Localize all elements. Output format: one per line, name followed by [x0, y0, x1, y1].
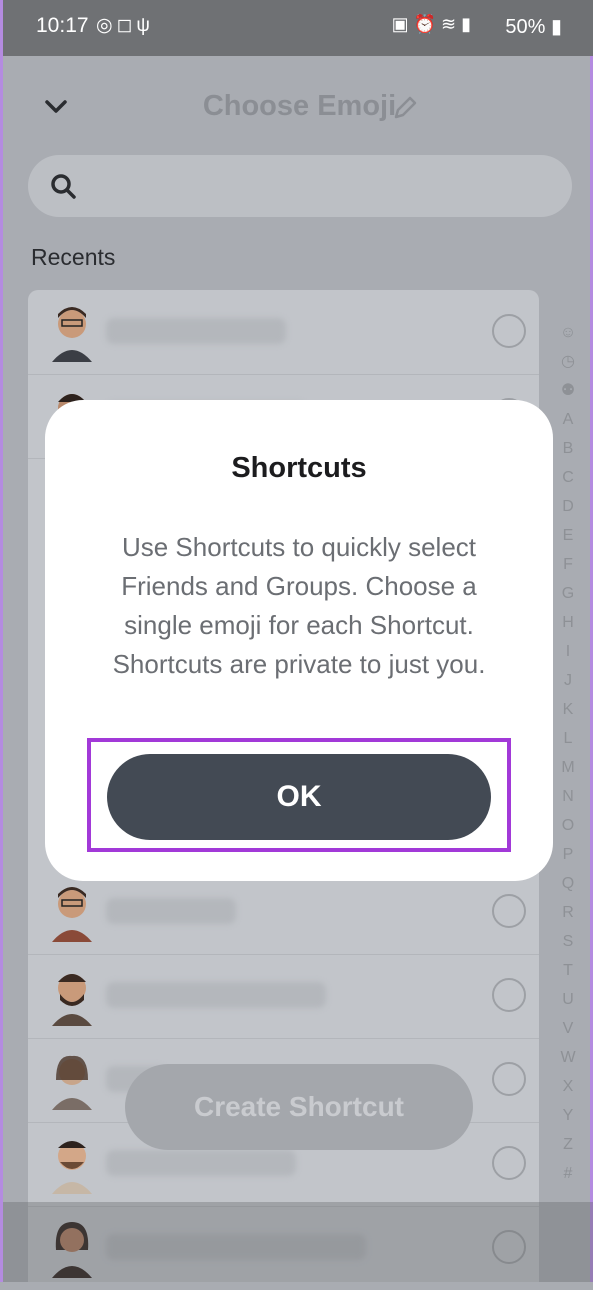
friend-name-blurred — [106, 898, 236, 924]
app-frame: 10:17 ◎◻ψ ▣⏰≋▮ 50% ▮ Choose Emoji Recent… — [0, 0, 593, 1282]
page-title: Choose Emoji — [202, 90, 397, 122]
usb-icon: ψ — [136, 15, 154, 36]
avatar — [52, 974, 92, 1026]
index-letter[interactable]: H — [556, 608, 580, 637]
lock-icon: ▣ — [391, 14, 414, 34]
avatar — [52, 1141, 92, 1194]
index-letter[interactable]: C — [556, 463, 580, 492]
search-bar[interactable] — [28, 155, 572, 217]
battery-percent: 50% — [505, 16, 546, 38]
alphabet-index[interactable]: ☺ ◷ ⚉ A B C D E F G H I J K L M N O P Q … — [556, 318, 580, 1188]
index-letter[interactable]: N — [556, 782, 580, 811]
clock-icon[interactable]: ◷ — [556, 347, 580, 376]
list-item[interactable] — [28, 954, 539, 1039]
avatar — [52, 887, 92, 942]
battery-indicator: 50% ▮ — [505, 14, 562, 39]
index-letter[interactable]: Z — [556, 1130, 580, 1159]
pencil-icon[interactable] — [391, 94, 419, 122]
status-time: 10:17 — [36, 14, 89, 37]
recents-heading: Recents — [31, 244, 116, 270]
index-letter[interactable]: Q — [556, 869, 580, 898]
index-letter[interactable]: K — [556, 695, 580, 724]
bottom-scrim — [3, 1202, 593, 1282]
shortcuts-dialog: Shortcuts Use Shortcuts to quickly selec… — [45, 400, 553, 881]
system-icons: ▣⏰≋▮ — [392, 14, 476, 35]
index-letter[interactable]: I — [556, 637, 580, 666]
index-letter[interactable]: A — [556, 405, 580, 434]
alarm-icon: ⏰ — [413, 14, 441, 34]
signal-icon: ▮ — [461, 14, 476, 34]
friend-name-blurred — [106, 1150, 296, 1176]
index-letter[interactable]: E — [556, 521, 580, 550]
index-letter[interactable]: V — [556, 1014, 580, 1043]
index-letter[interactable]: L — [556, 724, 580, 753]
dialog-title: Shortcuts — [231, 452, 367, 484]
index-letter[interactable]: J — [556, 666, 580, 695]
instagram-icon: ◻ — [116, 15, 137, 36]
create-shortcut-button[interactable]: Create Shortcut — [125, 1064, 473, 1150]
index-letter[interactable]: G — [556, 579, 580, 608]
index-letter[interactable]: F — [556, 550, 580, 579]
select-radio[interactable] — [492, 978, 526, 1012]
select-radio[interactable] — [492, 314, 526, 348]
avatar — [52, 307, 92, 362]
status-bar: 10:17 ◎◻ψ ▣⏰≋▮ 50% ▮ — [3, 0, 593, 56]
index-letter[interactable]: O — [556, 811, 580, 840]
friend-name-blurred — [106, 982, 326, 1008]
index-letter[interactable]: U — [556, 985, 580, 1014]
smiley-icon[interactable]: ☺ — [556, 318, 580, 347]
ok-button[interactable]: OK — [107, 754, 491, 840]
index-letter[interactable]: W — [556, 1043, 580, 1072]
notification-icons: ◎◻ψ — [96, 14, 154, 37]
dialog-message: Use Shortcuts to quickly select Friends … — [112, 532, 486, 679]
list-item[interactable] — [28, 870, 539, 955]
index-letter[interactable]: X — [556, 1072, 580, 1101]
index-letter[interactable]: M — [556, 753, 580, 782]
friend-name-blurred — [106, 318, 286, 344]
index-letter[interactable]: R — [556, 898, 580, 927]
select-radio[interactable] — [492, 894, 526, 928]
index-letter[interactable]: S — [556, 927, 580, 956]
index-letter[interactable]: D — [556, 492, 580, 521]
search-icon — [51, 174, 76, 199]
avatar — [52, 1055, 92, 1110]
index-letter[interactable]: P — [556, 840, 580, 869]
select-radio[interactable] — [492, 1146, 526, 1180]
select-radio[interactable] — [492, 1062, 526, 1096]
index-letter[interactable]: B — [556, 434, 580, 463]
index-letter[interactable]: Y — [556, 1101, 580, 1130]
index-letter[interactable]: # — [556, 1159, 580, 1188]
search-input[interactable] — [88, 165, 552, 207]
list-item[interactable] — [28, 290, 539, 375]
group-icon[interactable]: ⚉ — [556, 376, 580, 405]
whatsapp-icon: ◎ — [96, 15, 117, 36]
wifi-icon: ≋ — [441, 14, 462, 34]
index-letter[interactable]: T — [556, 956, 580, 985]
battery-icon: ▮ — [550, 16, 562, 38]
